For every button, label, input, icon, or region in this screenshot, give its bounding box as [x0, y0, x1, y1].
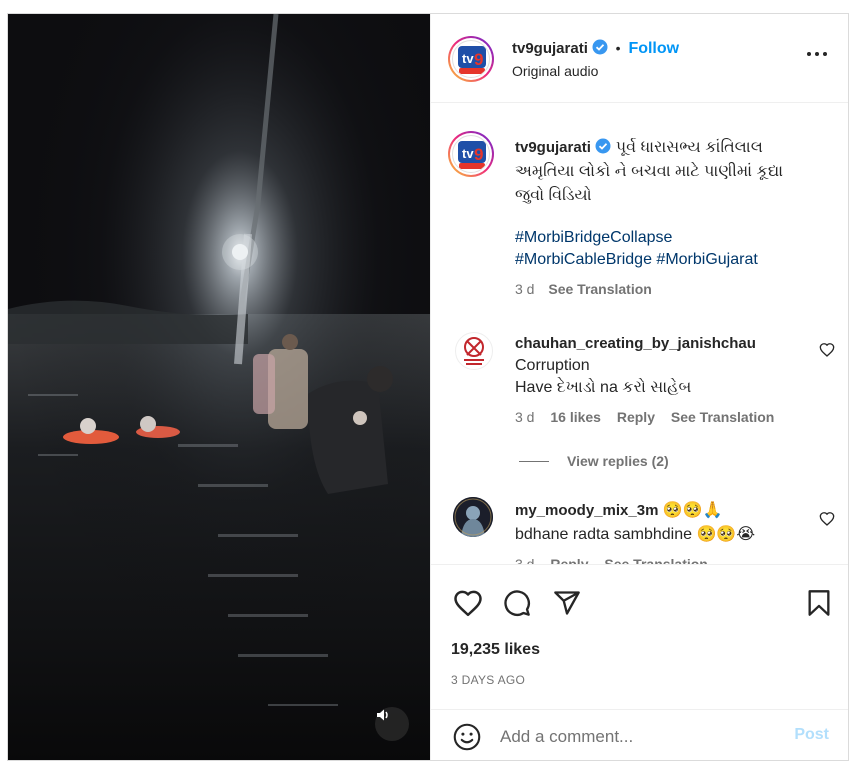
comment-text: bdhane radta sambhdine — [515, 526, 693, 543]
comments-list[interactable]: tv 9 tv9gujarati પૂર્વ ધારાસભ્ય કાંતિલાલ… — [431, 104, 848, 564]
post-timestamp[interactable]: 3 DAYS AGO — [451, 673, 525, 687]
like-heart-icon[interactable] — [453, 589, 483, 617]
comment-text-line2: Have દેખાડો na કરો સાહેબ — [515, 379, 692, 396]
comment-likes[interactable]: 16 likes — [550, 409, 601, 425]
chauhan-logo-icon — [464, 337, 484, 365]
header-separator: • — [615, 40, 621, 56]
comment-body: chauhan_creating_by_janishchau Corruptio… — [515, 333, 815, 399]
commenter-username[interactable]: chauhan_creating_by_janishchau — [515, 335, 756, 352]
commenter-avatar[interactable] — [453, 497, 493, 537]
video-player[interactable] — [8, 14, 430, 760]
comment-emojis: 🥺🥺🙏 — [662, 502, 723, 519]
comment-reply-button[interactable]: Reply — [617, 409, 655, 425]
video-frame-image — [8, 14, 430, 760]
caption: tv9gujarati પૂર્વ ધારાસભ્ય કાંતિલાલ અમૃત… — [515, 136, 815, 208]
page: tv 9 tv9gujarati • Follow Original audio — [0, 0, 856, 766]
commenter-username[interactable]: my_moody_mix_3m — [515, 502, 658, 519]
tv9-logo-icon: tv 9 — [458, 46, 486, 74]
caption-time[interactable]: 3 d — [515, 281, 534, 297]
view-replies-button[interactable]: View replies (2) — [519, 453, 669, 469]
comment-see-translation[interactable]: See Translation — [671, 409, 774, 425]
hashtag-morbigujarat[interactable]: #MorbiGujarat — [656, 251, 757, 268]
post-dialog: tv 9 tv9gujarati • Follow Original audio — [7, 13, 849, 761]
hashtag-morbibridgecollapse[interactable]: #MorbiBridgeCollapse — [515, 229, 672, 246]
post-comment-button[interactable]: Post — [794, 726, 829, 744]
caption-username[interactable]: tv9gujarati — [515, 139, 591, 156]
commenter-avatar[interactable] — [455, 332, 493, 370]
more-dots-icon — [807, 52, 811, 56]
svg-text:9: 9 — [474, 145, 483, 164]
svg-text:9: 9 — [474, 50, 483, 69]
comment-reply-button[interactable]: Reply — [550, 556, 588, 564]
comment-bubble-icon[interactable] — [503, 589, 531, 617]
comment-like-heart-icon[interactable] — [819, 342, 835, 358]
view-replies-label: View replies (2) — [567, 453, 669, 469]
post-side-panel: tv 9 tv9gujarati • Follow Original audio — [430, 14, 848, 760]
caption-avatar[interactable]: tv 9 — [448, 131, 494, 177]
audio-toggle-button[interactable] — [375, 707, 409, 741]
comment-time[interactable]: 3 d — [515, 556, 534, 564]
author-username[interactable]: tv9gujarati — [512, 40, 588, 57]
audio-label[interactable]: Original audio — [512, 63, 598, 79]
save-bookmark-icon[interactable] — [807, 589, 831, 617]
comment-time[interactable]: 3 d — [515, 409, 534, 425]
more-options-button[interactable] — [807, 52, 827, 56]
comment-input[interactable] — [500, 724, 780, 750]
divider-line — [519, 460, 549, 462]
speaker-icon — [377, 709, 388, 721]
follow-button[interactable]: Follow — [628, 40, 679, 57]
emoji-picker-icon[interactable] — [453, 723, 481, 751]
svg-text:tv: tv — [462, 51, 474, 66]
post-header: tv 9 tv9gujarati • Follow Original audio — [431, 14, 848, 103]
comment-like-heart-icon[interactable] — [819, 511, 835, 527]
verified-badge-icon — [592, 39, 608, 55]
add-comment-bar: Post — [431, 709, 848, 760]
author-avatar[interactable]: tv 9 — [448, 36, 494, 82]
verified-badge-icon — [595, 138, 611, 154]
svg-text:tv: tv — [462, 146, 474, 161]
share-send-icon[interactable] — [553, 589, 581, 617]
shiva-avatar-icon — [453, 497, 493, 537]
comment-text-line1: Corruption — [515, 357, 590, 374]
caption-see-translation[interactable]: See Translation — [548, 281, 651, 297]
hashtag-morbicablebridge[interactable]: #MorbiCableBridge — [515, 251, 652, 268]
post-actions: 19,235 likes 3 DAYS AGO — [431, 564, 848, 709]
comment-body: my_moody_mix_3m 🥺🥺🙏 bdhane radta sambhdi… — [515, 499, 815, 547]
comment-see-translation[interactable]: See Translation — [604, 556, 707, 564]
comment-text-emojis: 🥺🥺😭 — [696, 526, 756, 543]
tv9-logo-icon: tv 9 — [458, 141, 486, 169]
likes-count[interactable]: 19,235 likes — [451, 641, 540, 659]
